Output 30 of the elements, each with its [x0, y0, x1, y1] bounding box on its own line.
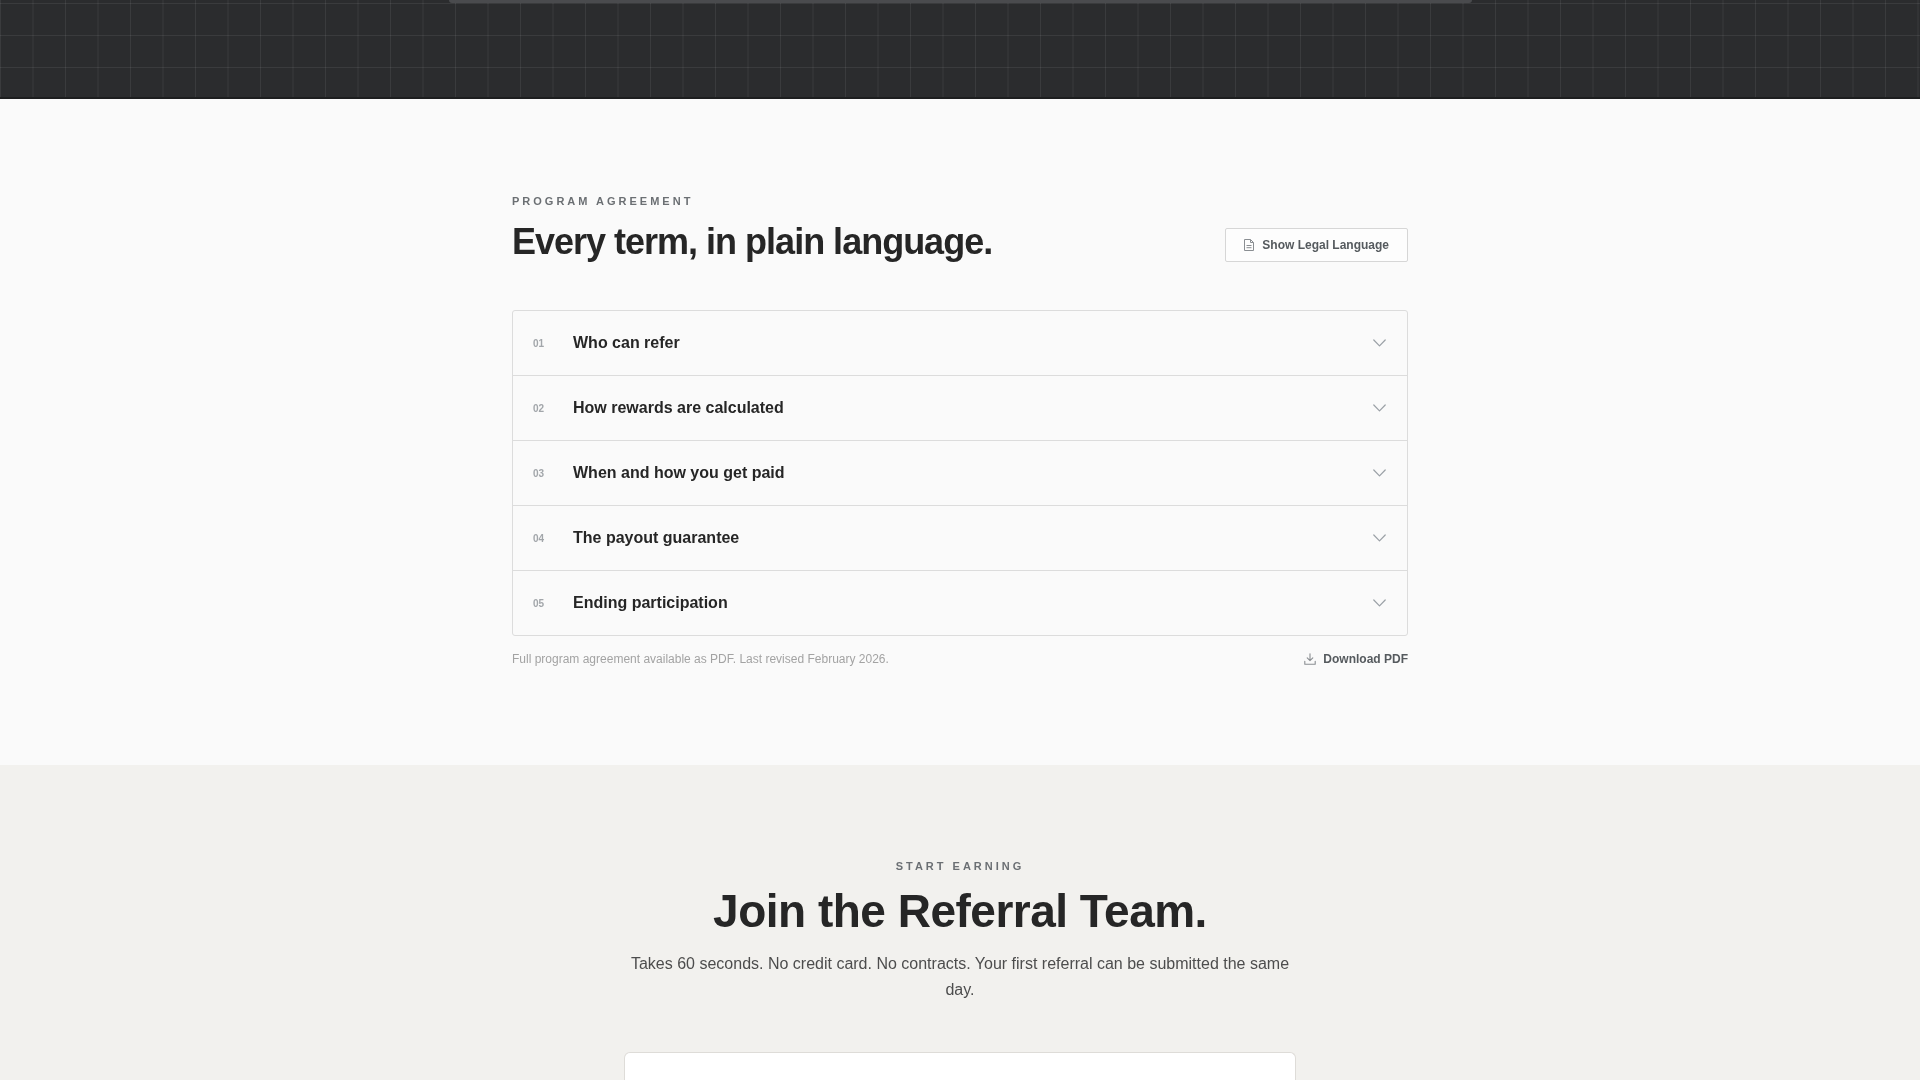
term-title: How rewards are calculated [573, 399, 785, 417]
term-number: 03 [533, 467, 546, 479]
term-title: Who can refer [573, 334, 681, 352]
download-icon [1304, 653, 1317, 665]
accordion-row[interactable]: 01 Who can refer [513, 311, 1407, 375]
term-title: Ending participation [573, 594, 729, 612]
show-legal-language-button[interactable]: Show Legal Language [1225, 228, 1408, 262]
section-eyebrow: START EARNING [895, 860, 1025, 873]
chevron-down-icon [1373, 469, 1386, 477]
term-title: The payout guarantee [573, 529, 741, 547]
term-number: 04 [533, 532, 546, 544]
chevron-down-icon [1373, 339, 1386, 347]
accordion-row[interactable]: 02 How rewards are calculated [513, 375, 1407, 440]
term-number: 01 [533, 337, 546, 349]
accordion-row[interactable]: 03 When and how you get paid [513, 440, 1407, 505]
term-number: 05 [533, 597, 546, 609]
term-number: 02 [533, 402, 546, 414]
accordion-row[interactable]: 04 The payout guarantee [513, 505, 1407, 570]
section-eyebrow: PROGRAM AGREEMENT [512, 195, 695, 208]
footnote-text: Full program agreement available as PDF. Last revised February 2026. [512, 651, 889, 667]
download-pdf-link[interactable]: Download PDF [1304, 651, 1408, 667]
chevron-down-icon [1373, 534, 1386, 542]
term-title: When and how you get paid [573, 464, 786, 482]
document-icon [1244, 239, 1255, 251]
section-description: Takes 60 seconds. No credit card. No contracts. Your first referral can be submitted the same day. [629, 954, 1291, 1000]
section-heading: Join the Referral Team. [713, 884, 1207, 939]
accordion-row[interactable]: 05 Ending participation [513, 570, 1407, 635]
chevron-down-icon [1373, 599, 1386, 607]
section-heading: Every term, in plain language. [512, 220, 993, 264]
chevron-down-icon [1373, 404, 1386, 412]
